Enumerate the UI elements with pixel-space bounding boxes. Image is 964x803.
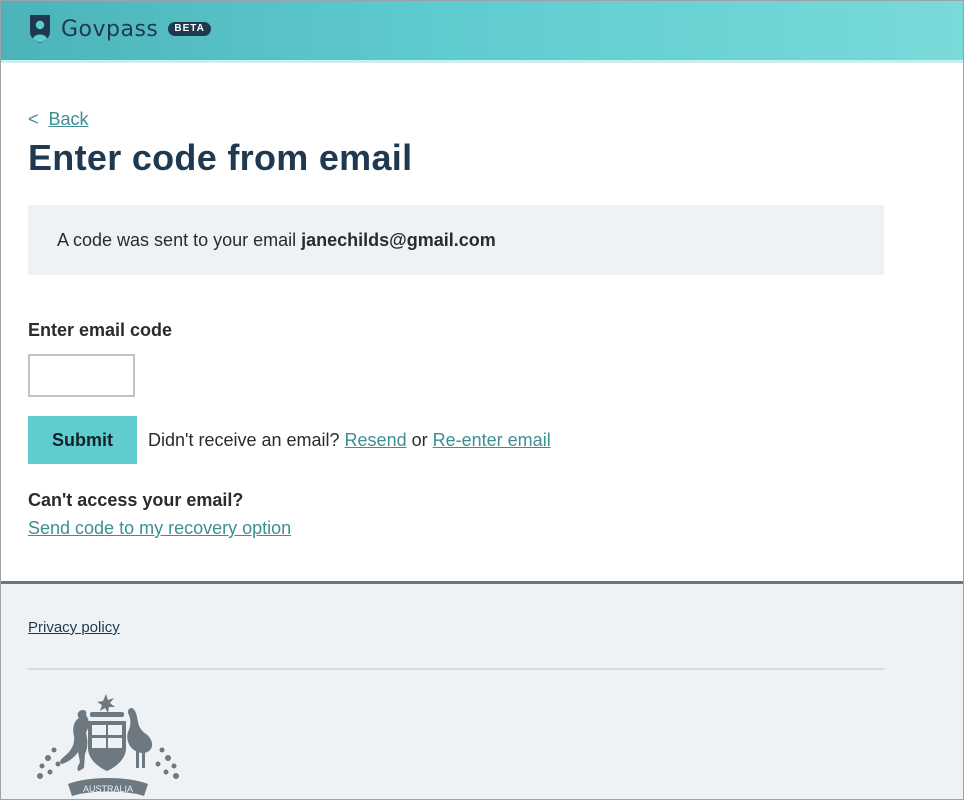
shield-person-icon	[30, 15, 50, 43]
resend-link[interactable]: Resend	[345, 430, 407, 450]
cant-access-heading: Can't access your email?	[28, 490, 244, 510]
page-title: Enter code from email	[28, 137, 413, 178]
top-header: Govpass BETA	[0, 0, 964, 60]
back-link[interactable]: < Back	[28, 109, 89, 130]
no-email-prompt: Didn't receive an email?	[148, 430, 340, 450]
reenter-email-link[interactable]: Re-enter email	[433, 430, 551, 450]
crest-scroll-text: AUSTRALIA	[83, 784, 133, 794]
back-link-label: Back	[48, 109, 89, 129]
email-code-input[interactable]	[28, 354, 135, 397]
info-text: A code was sent to your email	[57, 229, 297, 250]
chevron-left-icon: <	[28, 109, 39, 129]
email-code-label: Enter email code	[28, 320, 173, 340]
header-divider	[0, 60, 964, 63]
beta-badge: BETA	[168, 22, 211, 36]
info-email: janechilds@gmail.com	[301, 229, 496, 250]
info-callout: A code was sent to your email janechilds…	[28, 205, 884, 275]
resend-row: Didn't receive an email? Resend or Re-en…	[148, 430, 551, 451]
coat-of-arms-icon: AUSTRALIA	[37, 694, 179, 796]
footer-divider	[28, 668, 884, 670]
privacy-policy-link[interactable]: Privacy policy	[28, 619, 120, 636]
brand-logo[interactable]: Govpass BETA	[28, 14, 211, 44]
brand-name: Govpass	[61, 16, 159, 42]
recovery-option-link[interactable]: Send code to my recovery option	[28, 518, 291, 539]
footer: Privacy policy AUSTRALIA	[0, 581, 964, 800]
submit-button[interactable]: Submit	[28, 416, 137, 464]
or-text: or	[411, 430, 428, 450]
